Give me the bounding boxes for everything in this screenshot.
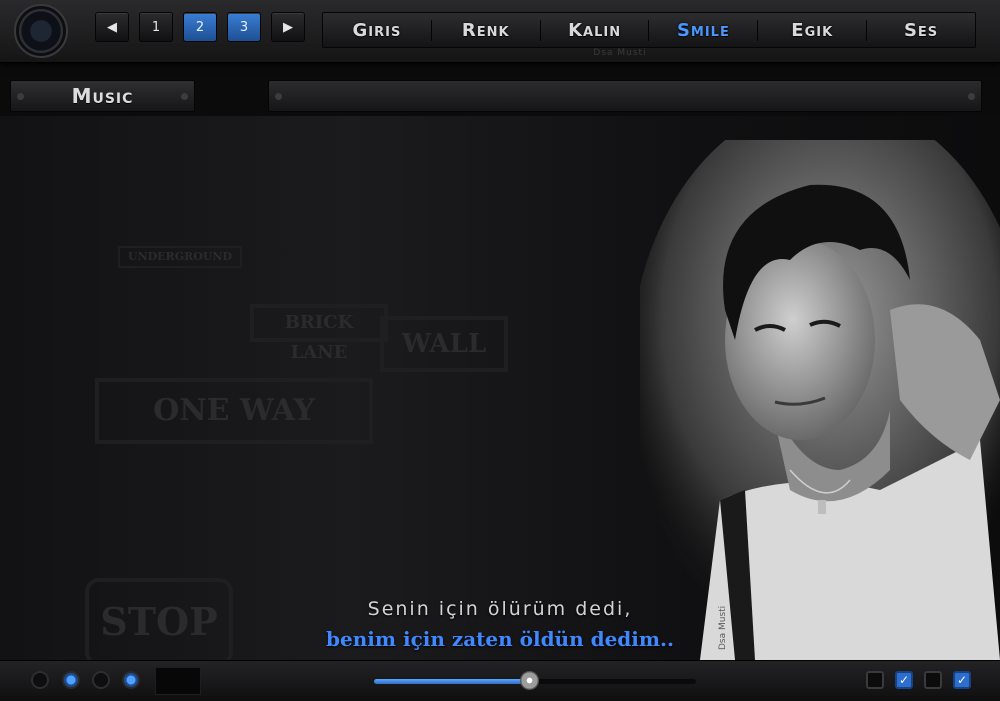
watermark-text: Dsa Musti [718,605,728,650]
checkbox[interactable]: ✓ [953,671,971,689]
page-1-button[interactable]: 1 [139,12,173,42]
quote-line-2: benim için zaten öldün dedim.. [326,627,674,651]
background-sign: WALL [380,316,508,372]
top-bar: ◀ 1 2 3 ▶ Giris Renk Kalın Smile Egik Se… [0,0,1000,63]
background-sign: UNDERGROUND [118,246,242,268]
quote-line-1: Senin için ölürüm dedi, [367,598,633,620]
progress-thumb[interactable] [519,671,539,690]
radio-button[interactable] [92,671,110,689]
checkbox[interactable]: ✓ [895,671,913,689]
checkbox[interactable] [924,671,942,689]
nav-item-kalin[interactable]: Kalın [541,19,650,41]
nav-item-ses[interactable]: Ses [867,20,975,41]
page-3-button[interactable]: 3 [227,12,261,42]
rivet-icon [275,93,282,100]
music-label: Music [71,84,134,108]
arrow-right-icon: ▶ [283,19,293,35]
rivet-icon [181,93,188,100]
player-bar: ✓ ✓ [0,660,1000,701]
checkbox[interactable] [866,671,884,689]
nav-item-renk[interactable]: Renk [432,19,541,41]
background-sign: BRICK LANE [250,304,388,363]
page-2-button[interactable]: 2 [183,12,217,42]
rivet-icon [968,93,975,100]
music-button[interactable]: Music [10,80,195,112]
prev-page-button[interactable]: ◀ [95,12,129,42]
rivet-icon [17,93,24,100]
background-sign: ONE WAY [95,378,373,444]
display-screen [155,667,201,695]
title-bar [268,80,982,112]
progress-fill [374,679,529,684]
radio-button[interactable] [62,671,80,689]
main-nav: Giris Renk Kalın Smile Egik Ses [322,12,976,48]
radio-button[interactable] [122,671,140,689]
radio-button[interactable] [31,671,49,689]
credit-label: Dsa Musti [593,48,647,58]
next-page-button[interactable]: ▶ [271,12,305,42]
nav-item-smile[interactable]: Smile [649,19,759,41]
pager: ◀ 1 2 3 ▶ [95,12,305,42]
nav-item-giris[interactable]: Giris [323,19,432,41]
background-sign: STOP [85,578,233,660]
speaker-icon [14,4,68,58]
nav-item-egik[interactable]: Egik [758,19,868,41]
watermark-area: Dsa Musti [718,540,732,660]
arrow-left-icon: ◀ [107,19,117,35]
portrait-image [640,140,1000,660]
